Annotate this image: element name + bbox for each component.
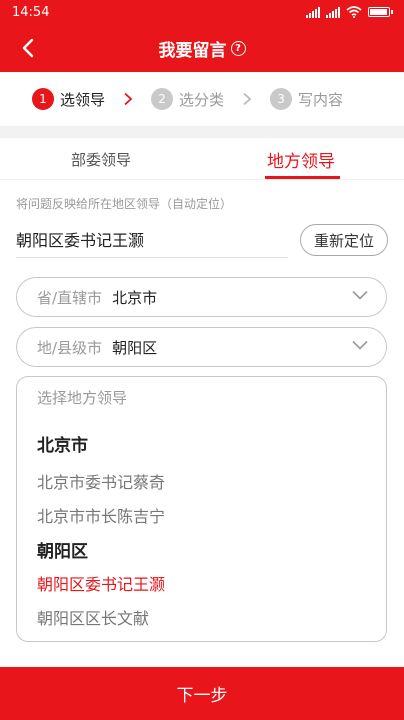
leader-option[interactable]: 朝阳区区长文献 xyxy=(37,605,149,629)
chevron-down-icon xyxy=(352,290,368,300)
current-location-leader: 朝阳区委书记王灏 xyxy=(16,220,288,258)
chevron-right-icon xyxy=(232,89,262,109)
location-hint: 将问题反映给所在地区领导（自动定位） xyxy=(16,197,233,211)
step-3-number: 3 xyxy=(270,88,293,110)
step-1-number: 1 xyxy=(32,88,54,110)
step-1: 1 选领导 xyxy=(32,88,105,110)
step-1-label: 选领导 xyxy=(60,90,106,109)
section-divider xyxy=(0,126,404,138)
step-3-label: 写内容 xyxy=(298,90,344,109)
wifi-icon xyxy=(346,6,362,18)
leader-option-selected[interactable]: 朝阳区委书记王灏 xyxy=(37,571,165,595)
step-3: 3 写内容 xyxy=(270,88,343,110)
battery-icon xyxy=(368,7,393,17)
leader-option[interactable]: 北京市市长陈吉宁 xyxy=(37,503,165,527)
signal-icon xyxy=(306,6,320,18)
city-select-label: 地/县级市 xyxy=(37,338,103,357)
leader-tabs: 部委领导 地方领导 xyxy=(0,138,404,180)
step-2-number: 2 xyxy=(151,88,174,110)
province-select-value: 北京市 xyxy=(112,288,158,307)
step-indicator: 1 选领导 2 选分类 3 写内容 xyxy=(0,72,404,126)
status-bar: 14:54 xyxy=(0,0,404,24)
step-2: 2 选分类 xyxy=(151,88,224,110)
group-title-beijing: 北京市 xyxy=(37,436,88,456)
page-title-text: 我要留言 xyxy=(158,40,227,61)
tab-active-indicator xyxy=(265,176,340,179)
page-title: 我要留言 ? xyxy=(0,24,404,72)
leader-option[interactable]: 北京市委书记蔡奇 xyxy=(37,469,165,493)
location-row: 朝阳区委书记王灏 重新定位 xyxy=(16,220,388,258)
leader-picker-placeholder: 选择地方领导 xyxy=(37,389,128,407)
step-2-label: 选分类 xyxy=(179,90,225,109)
city-select[interactable]: 地/县级市 朝阳区 xyxy=(16,327,387,367)
help-icon[interactable]: ? xyxy=(230,40,246,56)
city-select-value: 朝阳区 xyxy=(112,338,158,357)
relocate-button[interactable]: 重新定位 xyxy=(300,224,388,256)
signal-icon-2 xyxy=(326,6,340,18)
chevron-right-icon xyxy=(113,89,143,109)
province-select-label: 省/直辖市 xyxy=(37,288,103,307)
leader-picker: 选择地方领导 北京市 北京市委书记蔡奇 北京市市长陈吉宁 朝阳区 朝阳区委书记王… xyxy=(16,376,387,642)
status-icons xyxy=(306,6,393,18)
chevron-down-icon xyxy=(352,340,368,350)
nav-bar: 我要留言 ? xyxy=(0,24,404,72)
tab-local-leaders[interactable]: 地方领导 xyxy=(236,138,366,180)
province-select[interactable]: 省/直辖市 北京市 xyxy=(16,277,387,317)
app-header: 14:54 我要留言 ? xyxy=(0,0,404,72)
next-step-button[interactable]: 下一步 xyxy=(0,667,404,720)
group-title-chaoyang: 朝阳区 xyxy=(37,542,88,562)
status-time: 14:54 xyxy=(12,4,50,20)
tab-ministry-leaders[interactable]: 部委领导 xyxy=(36,138,166,180)
